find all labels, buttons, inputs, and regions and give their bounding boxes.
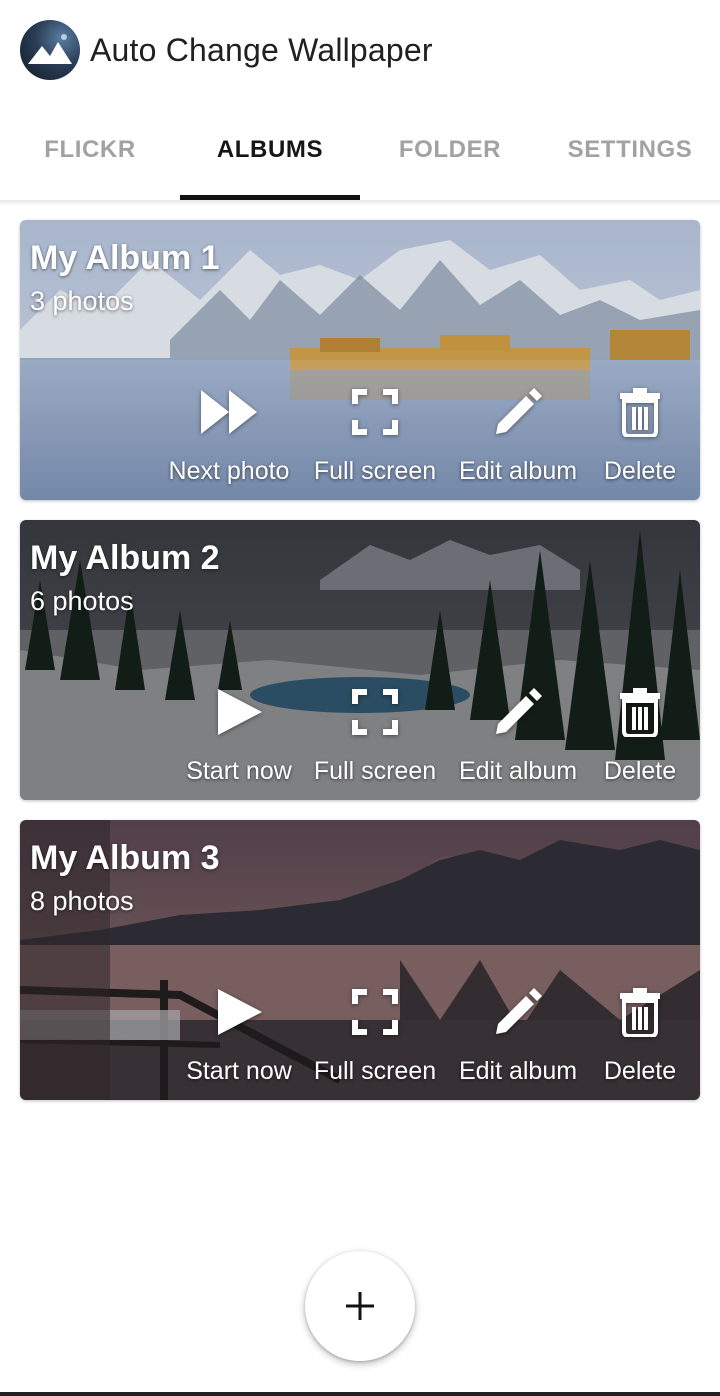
edit-album-label: Edit album — [458, 1057, 578, 1085]
album-photo-count: 8 photos — [30, 886, 134, 916]
album-card-1[interactable]: My Album 1 3 photos Next photo Full scre… — [20, 220, 700, 500]
tab-folder[interactable]: FOLDER — [360, 100, 540, 200]
start-now-button[interactable]: Start now — [180, 680, 298, 796]
trash-icon — [608, 680, 672, 744]
app-bar: Auto Change Wallpaper — [0, 0, 720, 100]
next-photo-label: Next photo — [168, 457, 290, 485]
plus-icon — [346, 1292, 374, 1320]
fullscreen-icon — [343, 980, 407, 1044]
edit-album-label: Edit album — [458, 757, 578, 785]
start-now-label: Start now — [186, 1057, 292, 1085]
album-photo-count: 6 photos — [30, 586, 134, 616]
delete-button[interactable]: Delete — [594, 980, 686, 1096]
delete-button[interactable]: Delete — [594, 680, 686, 796]
album-title: My Album 3 — [30, 839, 220, 877]
tab-bar-shadow — [0, 200, 720, 206]
full-screen-button[interactable]: Full screen — [309, 680, 441, 796]
album-card-2[interactable]: My Album 2 6 photos Start now Full scree… — [20, 520, 700, 800]
edit-album-label: Edit album — [458, 457, 578, 485]
delete-label: Delete — [603, 457, 677, 485]
full-screen-button[interactable]: Full screen — [309, 380, 441, 496]
fullscreen-icon — [343, 380, 407, 444]
mountain-logo-icon — [20, 20, 80, 80]
full-screen-button[interactable]: Full screen — [309, 980, 441, 1096]
pencil-icon — [486, 980, 550, 1044]
play-icon — [207, 980, 271, 1044]
next-photo-button[interactable]: Next photo — [160, 380, 298, 496]
start-now-button[interactable]: Start now — [180, 980, 298, 1096]
play-icon — [207, 680, 271, 744]
tab-settings[interactable]: SETTINGS — [540, 100, 720, 200]
full-screen-label: Full screen — [313, 757, 437, 785]
edit-album-button[interactable]: Edit album — [452, 980, 584, 1096]
start-now-label: Start now — [186, 757, 292, 785]
trash-icon — [608, 380, 672, 444]
app-screen: Auto Change Wallpaper FLICKR ALBUMS FOLD… — [0, 0, 720, 1396]
tab-bar: FLICKR ALBUMS FOLDER SETTINGS — [0, 100, 720, 200]
pencil-icon — [486, 380, 550, 444]
navigation-bar-edge — [0, 1392, 720, 1396]
album-title: My Album 2 — [30, 539, 220, 577]
delete-button[interactable]: Delete — [594, 380, 686, 496]
edit-album-button[interactable]: Edit album — [452, 380, 584, 496]
fast-forward-icon — [197, 380, 261, 444]
trash-icon — [608, 980, 672, 1044]
app-title: Auto Change Wallpaper — [90, 32, 433, 68]
album-photo-count: 3 photos — [30, 286, 134, 316]
tab-albums[interactable]: ALBUMS — [180, 100, 360, 200]
edit-album-button[interactable]: Edit album — [452, 680, 584, 796]
add-album-button[interactable] — [305, 1251, 415, 1361]
album-card-3[interactable]: My Album 3 8 photos Start now Full scree… — [20, 820, 700, 1100]
pencil-icon — [486, 680, 550, 744]
delete-label: Delete — [603, 757, 677, 785]
fullscreen-icon — [343, 680, 407, 744]
full-screen-label: Full screen — [313, 1057, 437, 1085]
full-screen-label: Full screen — [313, 457, 437, 485]
delete-label: Delete — [603, 1057, 677, 1085]
album-title: My Album 1 — [30, 239, 220, 277]
tab-flickr[interactable]: FLICKR — [0, 100, 180, 200]
